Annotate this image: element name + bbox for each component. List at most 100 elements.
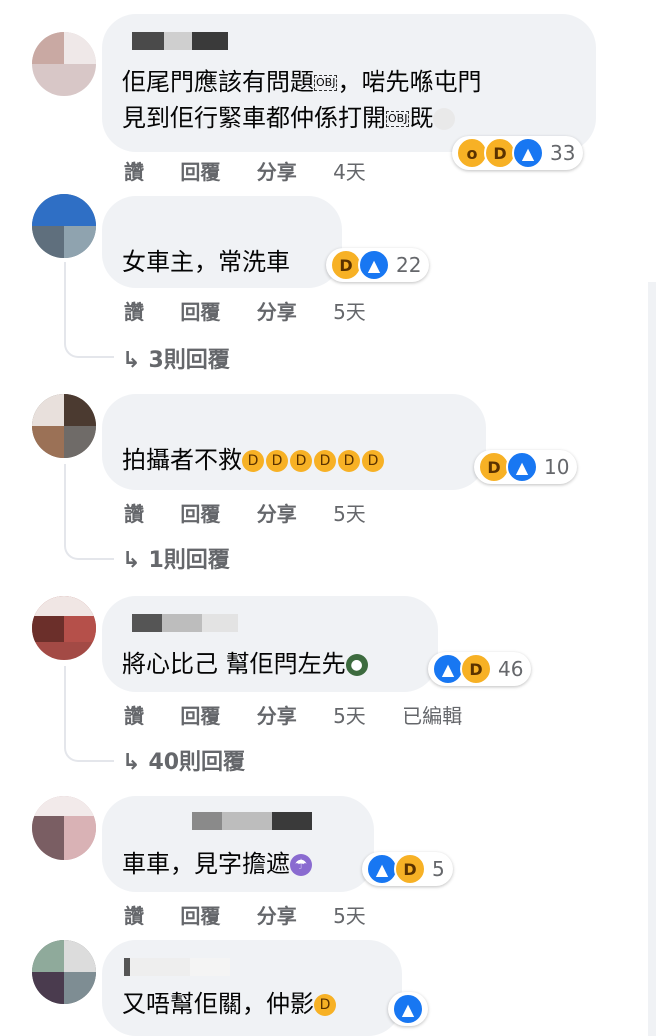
obj-placeholder-icon: OBJ (386, 111, 410, 127)
comment-text: 見到佢行緊車都仲係打開 OBJ既 (122, 100, 457, 136)
comment-bubble: 又唔幫佢關，仲影 D (102, 940, 402, 1036)
comment-text: 將心比己 幫佢閂左先 ● (122, 646, 370, 682)
comment-text: 佢尾門應該有問題 OBJ，啱先喺屯門 (122, 68, 482, 96)
reaction-summary[interactable]: ▲ D 5 (362, 852, 453, 886)
view-replies-link[interactable]: ↳ 3則回覆 (122, 342, 230, 374)
comment-bubble: 拍攝者不救 D D D D D D (102, 394, 486, 490)
avatar-pixelation (64, 940, 96, 972)
share-button[interactable]: 分享 (257, 904, 297, 928)
like-button[interactable]: 讚 (124, 160, 144, 184)
avatar-pixelation (64, 426, 96, 458)
reaction-summary[interactable]: ▲ D 46 (428, 652, 532, 686)
comment-text: 又唔幫佢關，仲影 D (122, 986, 338, 1022)
thread-line (64, 464, 114, 560)
reaction-count: 10 (544, 455, 570, 479)
avatar-pixelation (32, 226, 64, 258)
share-button[interactable]: 分享 (257, 704, 297, 728)
comment-actions: 讚 回覆 分享 4天 (124, 156, 396, 185)
like-button[interactable]: 讚 (124, 704, 144, 728)
like-reaction-icon: ▲ (506, 451, 538, 483)
thread-line (64, 262, 114, 358)
comment-text: 車車，見字擔遮 ☂ (122, 846, 314, 882)
avatar[interactable] (32, 940, 96, 1004)
rofl-emoji-icon: D (314, 450, 336, 472)
like-button[interactable]: 讚 (124, 300, 144, 324)
view-replies-link[interactable]: ↳ 1則回覆 (122, 542, 230, 574)
like-reaction-icon: ▲ (358, 249, 390, 281)
like-reaction-icon: ▲ (512, 137, 544, 169)
avatar-pixelation (64, 394, 96, 426)
share-button[interactable]: 分享 (257, 300, 297, 324)
avatar-pixelation (32, 394, 64, 426)
avatar-pixelation (32, 816, 64, 860)
umbrella-rain-emoji-icon: ☂ (290, 854, 312, 876)
comment-actions: 讚 回覆 分享 5天 (124, 900, 396, 929)
comment-text: 拍攝者不救 D D D D D D (122, 442, 386, 478)
view-replies-link[interactable]: ↳ 40則回覆 (122, 744, 245, 776)
comment-bubble: 車車，見字擔遮 ☂ (102, 796, 374, 892)
timestamp[interactable]: 5天 (333, 300, 366, 324)
obj-placeholder-icon: OBJ (314, 75, 338, 91)
comment-actions: 讚 回覆 分享 5天 (124, 296, 396, 325)
like-button[interactable]: 讚 (124, 904, 144, 928)
rofl-emoji-icon: D (290, 450, 312, 472)
comment-bubble: 將心比己 幫佢閂左先 ● (102, 596, 438, 692)
avatar-pixelation (32, 796, 96, 816)
rofl-emoji-icon: D (242, 450, 264, 472)
reply-button[interactable]: 回覆 (180, 300, 220, 324)
commenter-name-blurred[interactable] (132, 32, 228, 50)
avatar-pixelation (64, 972, 96, 1004)
reaction-count: 5 (432, 857, 445, 881)
reaction-summary[interactable]: ▲ (388, 992, 428, 1026)
commenter-name-blurred[interactable] (132, 614, 238, 632)
reaction-count: 22 (396, 253, 422, 277)
timestamp[interactable]: 5天 (333, 704, 366, 728)
scrollbar[interactable] (648, 282, 656, 1036)
comment-bubble: 女車主，常洗車 (102, 196, 342, 288)
share-button[interactable]: 分享 (257, 160, 297, 184)
reply-button[interactable]: 回覆 (180, 704, 220, 728)
laughing-emoji-icon: D (314, 994, 336, 1016)
haha-reaction-icon: D (460, 653, 492, 685)
edited-label[interactable]: 已編輯 (402, 704, 462, 728)
comment-actions: 讚 回覆 分享 5天 已編輯 (124, 700, 492, 729)
avatar[interactable] (32, 394, 96, 458)
reply-button[interactable]: 回覆 (180, 160, 220, 184)
reaction-summary[interactable]: D ▲ 10 (474, 450, 578, 484)
avatar-pixelation (64, 616, 96, 642)
reply-button[interactable]: 回覆 (180, 904, 220, 928)
timestamp[interactable]: 5天 (333, 502, 366, 526)
reply-arrow-icon: ↳ (122, 548, 141, 573)
avatar[interactable] (32, 194, 96, 258)
rofl-emoji-icon: D (362, 450, 384, 472)
avatar-pixelation (64, 32, 96, 64)
reaction-count: 33 (550, 141, 576, 165)
rofl-emoji-icon: D (266, 450, 288, 472)
commenter-name-blurred[interactable] (192, 812, 312, 830)
comment-actions: 讚 回覆 分享 5天 (124, 498, 396, 527)
avatar-pixelation (64, 226, 96, 258)
avatar-pixelation (32, 32, 64, 64)
avatar-pixelation (64, 816, 96, 860)
avatar[interactable] (32, 796, 96, 860)
haha-reaction-icon: D (394, 853, 426, 885)
avatar[interactable] (32, 596, 96, 660)
reaction-summary[interactable]: D ▲ 22 (326, 248, 430, 282)
reply-arrow-icon: ↳ (122, 348, 141, 373)
ninja-emoji-icon: ● (345, 654, 368, 676)
avatar-pixelation (32, 596, 96, 616)
timestamp[interactable]: 5天 (333, 904, 366, 928)
timestamp[interactable]: 4天 (333, 160, 366, 184)
avatar-pixelation (32, 940, 64, 972)
like-button[interactable]: 讚 (124, 502, 144, 526)
like-reaction-icon: ▲ (392, 993, 424, 1025)
reaction-summary[interactable]: o D ▲ 33 (452, 136, 584, 170)
reaction-count: 46 (498, 657, 524, 681)
reply-button[interactable]: 回覆 (180, 502, 220, 526)
avatar[interactable] (32, 32, 96, 96)
avatar-pixelation (32, 972, 64, 1004)
rofl-emoji-icon: D (338, 450, 360, 472)
reply-arrow-icon: ↳ (122, 750, 141, 775)
share-button[interactable]: 分享 (257, 502, 297, 526)
commenter-name-blurred[interactable] (124, 958, 230, 976)
